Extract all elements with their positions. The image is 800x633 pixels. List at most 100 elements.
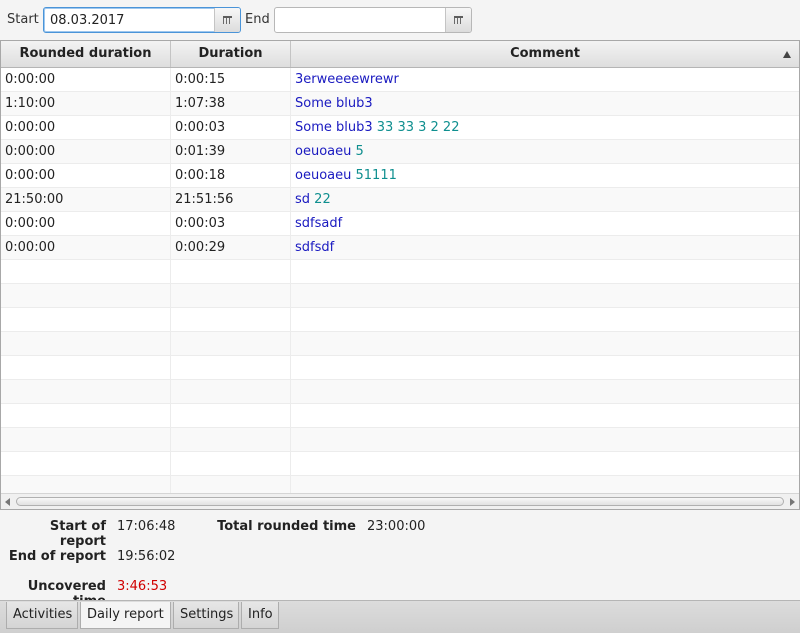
comment-text: oeuoaeu <box>295 144 352 159</box>
total-rounded-time-label: Total rounded time <box>217 519 356 534</box>
table-row[interactable]: 0:00:00 0:00:18 oeuoaeu 51111 <box>1 164 799 188</box>
end-calendar-button[interactable] <box>445 8 471 32</box>
duration-cell: 0:00:18 <box>171 164 291 188</box>
start-of-report-value: 17:06:48 <box>117 519 176 534</box>
start-date-input[interactable] <box>44 8 214 32</box>
comment-tags: 5 <box>355 144 364 159</box>
rounded-duration-cell: 0:00:00 <box>1 164 171 188</box>
tab-info[interactable]: Info <box>241 602 279 629</box>
empty-table-row <box>1 428 799 452</box>
column-header-comment-label: Comment <box>510 46 580 61</box>
empty-table-row <box>1 356 799 380</box>
comment-cell <box>291 452 799 476</box>
duration-cell <box>171 260 291 284</box>
comment-text: Some blub3 <box>295 96 373 111</box>
comment-cell: oeuoaeu 5 <box>291 140 799 164</box>
comment-cell <box>291 380 799 404</box>
end-date-input[interactable] <box>275 8 445 32</box>
start-label: Start <box>7 12 39 27</box>
rounded-duration-cell: 0:00:00 <box>1 236 171 260</box>
start-of-report-label: Start of report <box>49 519 106 549</box>
empty-table-row <box>1 332 799 356</box>
horizontal-scrollbar[interactable] <box>1 493 799 509</box>
report-table: Rounded duration Duration Comment 0:00:0… <box>0 40 800 510</box>
tab-settings[interactable]: Settings <box>173 602 239 629</box>
date-filter-toolbar: Start End <box>0 0 800 40</box>
duration-cell: 0:00:15 <box>171 68 291 92</box>
rounded-duration-cell: 0:00:00 <box>1 140 171 164</box>
duration-cell: 0:01:39 <box>171 140 291 164</box>
rounded-duration-cell <box>1 428 171 452</box>
rounded-duration-cell: 21:50:00 <box>1 188 171 212</box>
duration-cell: 21:51:56 <box>171 188 291 212</box>
tab-bar: Activities Daily report Settings Info <box>0 600 800 633</box>
start-date-picker[interactable] <box>43 7 241 33</box>
scroll-left-icon[interactable] <box>5 498 10 506</box>
comment-cell <box>291 428 799 452</box>
comment-cell <box>291 308 799 332</box>
table-row[interactable]: 0:00:00 0:01:39 oeuoaeu 5 <box>1 140 799 164</box>
tab-activities[interactable]: Activities <box>6 602 78 629</box>
duration-cell: 0:00:03 <box>171 212 291 236</box>
comment-tags: 51111 <box>355 168 397 183</box>
comment-text: sdfsadf <box>295 216 343 231</box>
duration-cell <box>171 356 291 380</box>
rounded-duration-cell: 1:10:00 <box>1 92 171 116</box>
end-label: End <box>245 12 270 27</box>
duration-cell <box>171 380 291 404</box>
calendar-icon <box>223 16 232 24</box>
empty-table-row <box>1 452 799 476</box>
comment-cell: sd 22 <box>291 188 799 212</box>
rounded-duration-cell <box>1 260 171 284</box>
rounded-duration-cell <box>1 452 171 476</box>
comment-cell: sdfsdf <box>291 236 799 260</box>
rounded-duration-cell: 0:00:00 <box>1 68 171 92</box>
table-row[interactable]: 0:00:00 0:00:03 Some blub3 33 33 3 2 22 <box>1 116 799 140</box>
duration-cell: 1:07:38 <box>171 92 291 116</box>
column-header-duration[interactable]: Duration <box>171 41 291 67</box>
rounded-duration-cell <box>1 404 171 428</box>
comment-tags: 22 <box>314 192 331 207</box>
rounded-duration-cell <box>1 380 171 404</box>
rounded-duration-cell: 0:00:00 <box>1 212 171 236</box>
duration-cell <box>171 308 291 332</box>
comment-cell: Some blub3 <box>291 92 799 116</box>
end-date-picker[interactable] <box>274 7 472 33</box>
comment-tags: 33 33 3 2 22 <box>376 120 460 135</box>
calendar-icon <box>454 16 463 24</box>
empty-table-row <box>1 308 799 332</box>
table-row[interactable]: 21:50:00 21:51:56 sd 22 <box>1 188 799 212</box>
rounded-duration-cell <box>1 308 171 332</box>
end-of-report-value: 19:56:02 <box>117 549 176 564</box>
empty-table-row <box>1 380 799 404</box>
comment-cell <box>291 260 799 284</box>
empty-table-row <box>1 284 799 308</box>
table-header: Rounded duration Duration Comment <box>1 41 799 68</box>
table-row[interactable]: 0:00:00 0:00:29 sdfsdf <box>1 236 799 260</box>
empty-table-row <box>1 404 799 428</box>
comment-cell <box>291 332 799 356</box>
comment-text: 3erweeeewrewr <box>295 72 399 87</box>
tab-daily-report[interactable]: Daily report <box>80 602 171 629</box>
rounded-duration-cell: 0:00:00 <box>1 116 171 140</box>
table-body: 0:00:00 0:00:15 3erweeeewrewr 1:10:00 1:07:3… <box>1 68 799 500</box>
table-row[interactable]: 1:10:00 1:07:38 Some blub3 <box>1 92 799 116</box>
table-row[interactable]: 0:00:00 0:00:03 sdfsadf <box>1 212 799 236</box>
comment-text: sdfsdf <box>295 240 335 255</box>
column-header-rounded-duration[interactable]: Rounded duration <box>1 41 171 67</box>
rounded-duration-cell <box>1 284 171 308</box>
comment-text: sd <box>295 192 311 207</box>
sort-ascending-icon <box>783 51 791 58</box>
scroll-right-icon[interactable] <box>790 498 795 506</box>
table-row[interactable]: 0:00:00 0:00:15 3erweeeewrewr <box>1 68 799 92</box>
start-calendar-button[interactable] <box>214 8 240 32</box>
comment-cell: 3erweeeewrewr <box>291 68 799 92</box>
comment-cell <box>291 404 799 428</box>
comment-text: oeuoaeu <box>295 168 352 183</box>
comment-text: Some blub3 <box>295 120 373 135</box>
scrollbar-thumb[interactable] <box>16 497 784 506</box>
duration-cell <box>171 452 291 476</box>
rounded-duration-cell <box>1 356 171 380</box>
column-header-comment[interactable]: Comment <box>291 41 799 67</box>
total-rounded-time-value: 23:00:00 <box>367 519 426 534</box>
